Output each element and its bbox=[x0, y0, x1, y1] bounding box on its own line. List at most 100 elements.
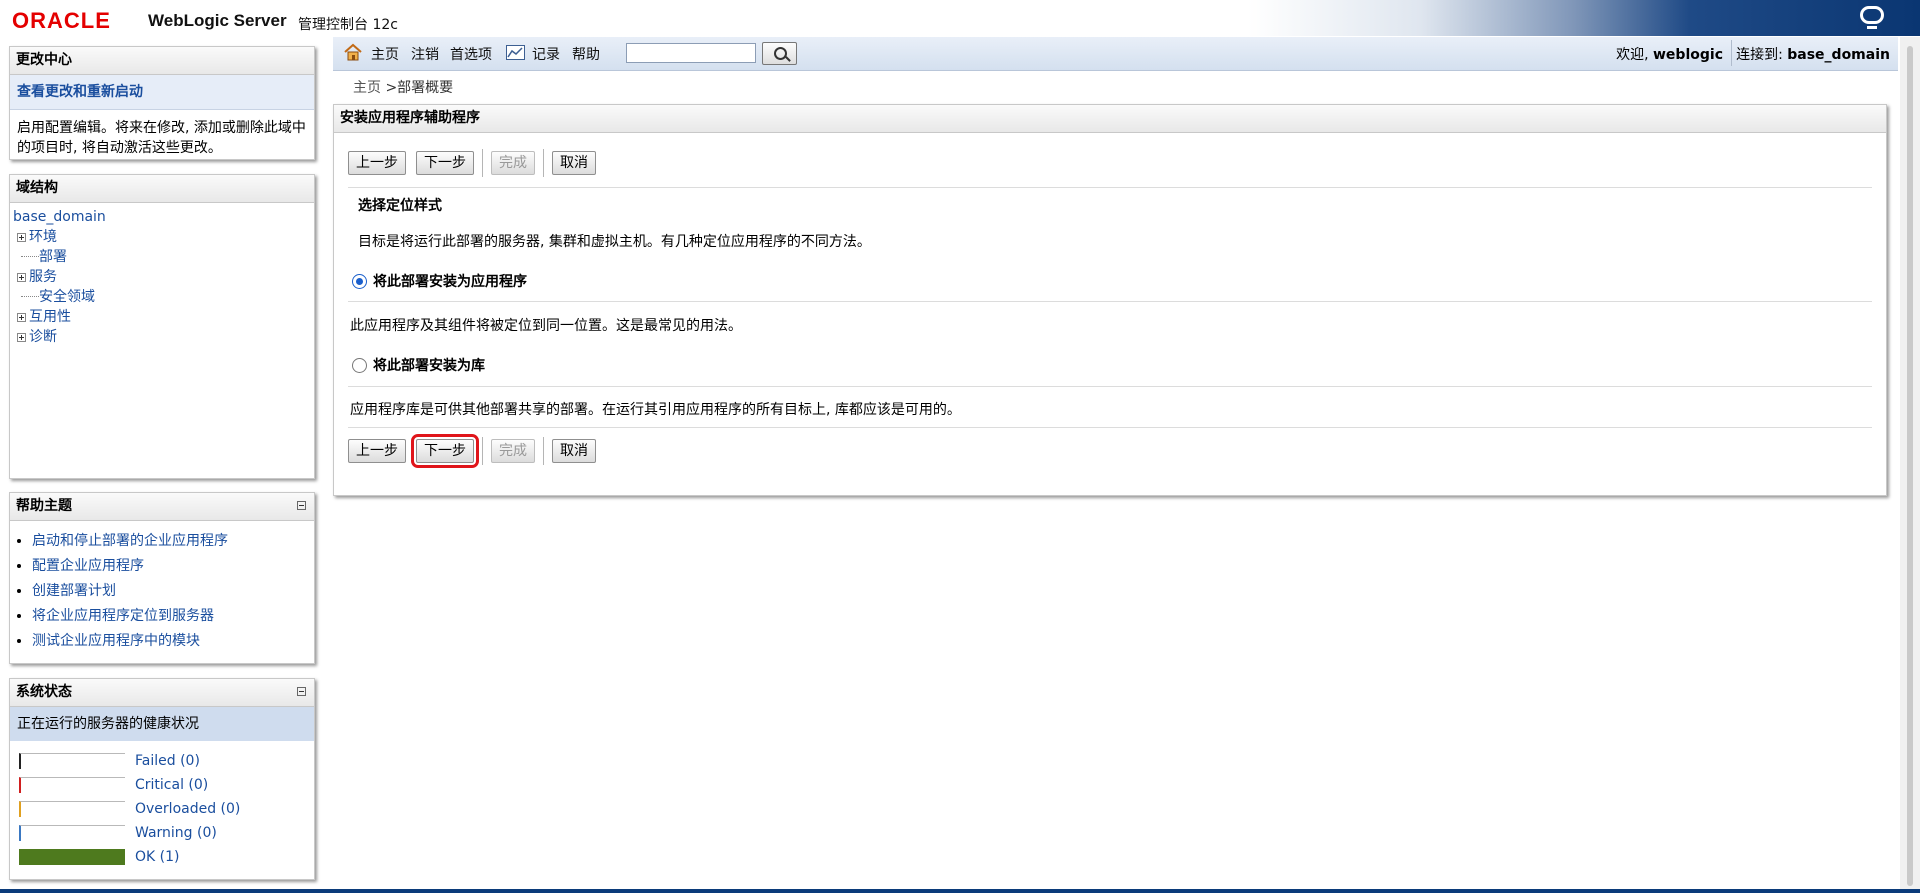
option-application-label: 将此部署安装为应用程序 bbox=[373, 274, 527, 290]
help-topic-link[interactable]: 配置企业应用程序 bbox=[32, 558, 144, 574]
next-button[interactable]: 下一步 bbox=[416, 151, 474, 175]
health-row: Critical (0) bbox=[10, 773, 314, 797]
health-status-link[interactable]: Overloaded (0) bbox=[135, 801, 240, 817]
toolbar-separator bbox=[1731, 40, 1732, 66]
toolbar-preferences-link[interactable]: 首选项 bbox=[450, 44, 492, 64]
system-status-title: 系统状态 bbox=[10, 679, 314, 707]
help-topic-link[interactable]: 启动和停止部署的企业应用程序 bbox=[32, 533, 228, 549]
search-button[interactable] bbox=[762, 42, 797, 65]
breadcrumb: 主页 >部署概要 bbox=[353, 77, 453, 97]
tree-item-security-realms[interactable]: 安全领域 bbox=[39, 287, 95, 307]
connected-text: 连接到: base_domain bbox=[1736, 44, 1890, 64]
tree-item-environment[interactable]: 环境 bbox=[29, 227, 57, 247]
system-status-title-text: 系统状态 bbox=[16, 684, 72, 700]
top-toolbar: 主页 注销 首选项 记录 帮助 欢迎, weblogic 连接到: base_d… bbox=[333, 37, 1898, 71]
help-topic-link[interactable]: 测试企业应用程序中的模块 bbox=[32, 633, 200, 649]
change-center-link-row: 查看更改和重新启动 bbox=[10, 75, 314, 110]
finish-button[interactable]: 完成 bbox=[491, 151, 535, 175]
health-row: OK (1) bbox=[10, 845, 314, 869]
page-scrollbar-thumb[interactable] bbox=[1907, 46, 1913, 886]
tree-expand-icon[interactable] bbox=[17, 332, 26, 342]
welcome-prefix: 欢迎, bbox=[1616, 47, 1649, 63]
collapse-icon[interactable] bbox=[297, 501, 306, 510]
wizard-description: 目标是将运行此部署的服务器, 集群和虚拟主机。有几种定位应用程序的不同方法。 bbox=[358, 234, 871, 250]
connected-prefix: 连接到: bbox=[1736, 47, 1783, 63]
product-name: WebLogic Server bbox=[148, 11, 287, 30]
toolbar-home-link[interactable]: 主页 bbox=[371, 44, 399, 64]
cancel-button[interactable]: 取消 bbox=[552, 151, 596, 175]
tree-expand-icon[interactable] bbox=[17, 272, 26, 282]
help-topic-link[interactable]: 将企业应用程序定位到服务器 bbox=[32, 608, 214, 624]
option-library-description: 应用程序库是可供其他部署共享的部署。在运行其引用应用程序的所有目标上, 库都应该… bbox=[350, 402, 961, 418]
console-header: ORACLE WebLogic Server 管理控制台 12c bbox=[0, 0, 1920, 36]
option-application-row[interactable]: 将此部署安装为应用程序 bbox=[352, 271, 527, 291]
connected-domain: base_domain bbox=[1787, 47, 1890, 63]
health-status-link[interactable]: OK (1) bbox=[135, 849, 179, 865]
toolbar-logout-link[interactable]: 注销 bbox=[411, 44, 439, 64]
view-changes-link[interactable]: 查看更改和重新启动 bbox=[17, 84, 143, 100]
health-status-link[interactable]: Critical (0) bbox=[135, 777, 208, 793]
collapse-icon[interactable] bbox=[297, 687, 306, 696]
change-center-title: 更改中心 bbox=[10, 47, 314, 75]
help-topics-list: 启动和停止部署的企业应用程序 配置企业应用程序 创建部署计划 将企业应用程序定位… bbox=[10, 529, 314, 654]
health-subtitle: 正在运行的服务器的健康状况 bbox=[10, 707, 314, 741]
finish-button[interactable]: 完成 bbox=[491, 439, 535, 463]
oracle-logo: ORACLE bbox=[12, 8, 111, 33]
radio-install-as-application[interactable] bbox=[352, 273, 367, 289]
health-row: Warning (0) bbox=[10, 821, 314, 845]
product-subtitle: 管理控制台 12c bbox=[298, 17, 398, 33]
help-topics-title: 帮助主题 bbox=[10, 493, 314, 521]
tree-item-services[interactable]: 服务 bbox=[29, 267, 57, 287]
domain-tree: base_domain 环境 部署 服务 安全领域 互用性 诊断 bbox=[10, 203, 314, 351]
record-icon[interactable] bbox=[506, 45, 525, 60]
tree-item-diagnostics[interactable]: 诊断 bbox=[29, 327, 57, 347]
wizard-top-buttons: 上一步 下一步 完成 取消 bbox=[348, 149, 606, 177]
health-bar bbox=[19, 753, 125, 769]
health-row: Failed (0) bbox=[10, 749, 314, 773]
change-center-text: 启用配置编辑。将来在修改, 添加或删除此域中的项目时, 将自动激活这些更改。 bbox=[17, 120, 306, 156]
domain-structure-panel: 域结构 base_domain 环境 部署 服务 安全领域 互用性 诊断 bbox=[9, 174, 315, 479]
system-status-panel: 系统状态 正在运行的服务器的健康状况 Failed (0) Critical (0… bbox=[9, 678, 315, 880]
tree-item-interoperability[interactable]: 互用性 bbox=[29, 307, 71, 327]
bottom-border bbox=[0, 889, 1920, 893]
toolbar-record-link[interactable]: 记录 bbox=[532, 44, 560, 64]
breadcrumb-home[interactable]: 主页 bbox=[353, 80, 381, 96]
health-row: Overloaded (0) bbox=[10, 797, 314, 821]
list-item: 创建部署计划 bbox=[32, 579, 314, 604]
home-icon[interactable] bbox=[344, 43, 362, 61]
username: weblogic bbox=[1653, 47, 1723, 63]
tree-item-deployments[interactable]: 部署 bbox=[39, 247, 67, 267]
list-item: 测试企业应用程序中的模块 bbox=[32, 629, 314, 654]
divider bbox=[348, 427, 1872, 428]
tree-expand-icon[interactable] bbox=[17, 232, 26, 242]
health-status-link[interactable]: Warning (0) bbox=[135, 825, 217, 841]
breadcrumb-current: >部署概要 bbox=[385, 80, 454, 96]
list-item: 启动和停止部署的企业应用程序 bbox=[32, 529, 314, 554]
health-status-link[interactable]: Failed (0) bbox=[135, 753, 200, 769]
cancel-button[interactable]: 取消 bbox=[552, 439, 596, 463]
search-input[interactable] bbox=[626, 43, 756, 63]
search-icon bbox=[774, 47, 787, 60]
help-topics-title-text: 帮助主题 bbox=[16, 498, 72, 514]
health-bar bbox=[19, 825, 125, 841]
health-rows: Failed (0) Critical (0) Overloaded (0) Warn… bbox=[10, 741, 314, 869]
oracle-o-icon bbox=[1860, 6, 1884, 29]
domain-structure-title: 域结构 bbox=[10, 175, 314, 203]
list-item: 配置企业应用程序 bbox=[32, 554, 314, 579]
toolbar-help-link[interactable]: 帮助 bbox=[572, 44, 600, 64]
wizard-section-heading: 选择定位样式 bbox=[358, 198, 442, 214]
divider bbox=[348, 187, 1872, 188]
next-button-highlighted[interactable]: 下一步 bbox=[411, 434, 479, 468]
tree-root[interactable]: base_domain bbox=[13, 207, 106, 227]
wizard-title: 安装应用程序辅助程序 bbox=[334, 105, 1886, 133]
button-separator bbox=[543, 437, 544, 465]
install-wizard-panel: 安装应用程序辅助程序 上一步 下一步 完成 取消 选择定位样式 目标是将运行此部… bbox=[333, 104, 1887, 496]
option-library-row[interactable]: 将此部署安装为库 bbox=[352, 355, 485, 375]
help-topic-link[interactable]: 创建部署计划 bbox=[32, 583, 116, 599]
chart-line-icon bbox=[507, 47, 523, 58]
back-button[interactable]: 上一步 bbox=[348, 151, 406, 175]
radio-install-as-library[interactable] bbox=[352, 357, 367, 373]
back-button[interactable]: 上一步 bbox=[348, 439, 406, 463]
health-bar bbox=[19, 777, 125, 793]
tree-expand-icon[interactable] bbox=[17, 312, 26, 322]
